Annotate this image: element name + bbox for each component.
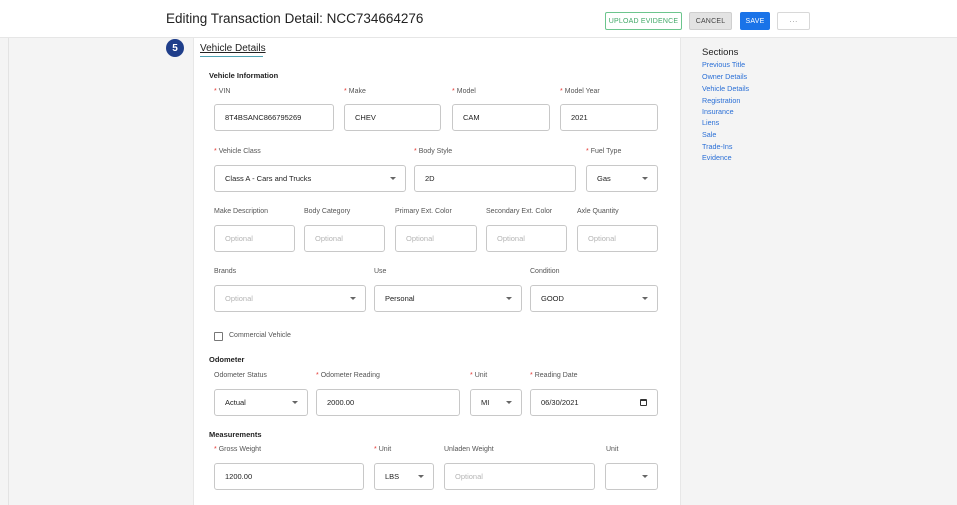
chevron-down-icon: [642, 177, 648, 180]
condition-select[interactable]: GOOD: [530, 285, 658, 312]
commercial-vehicle-label: Commercial Vehicle: [229, 332, 291, 339]
axle-quantity-label: Axle Quantity: [577, 208, 619, 215]
vin-field[interactable]: 8T4BSANC866795269: [214, 104, 334, 131]
model-field[interactable]: CAM: [452, 104, 550, 131]
step-badge: 5: [166, 39, 184, 57]
body-style-field[interactable]: 2D: [414, 165, 576, 192]
vehicle-class-label: * Vehicle Class: [214, 148, 261, 155]
chevron-down-icon: [506, 297, 512, 300]
odometer-status-value: Actual: [225, 398, 246, 407]
divider: [8, 38, 9, 505]
condition-value: GOOD: [541, 294, 564, 303]
unladen-unit-select[interactable]: [605, 463, 658, 490]
sections-heading: Sections: [702, 47, 739, 58]
top-bar: Editing Transaction Detail: NCC734664276…: [0, 0, 957, 38]
make-description-label: Make Description: [214, 208, 269, 215]
reading-date-value: 06/30/2021: [541, 398, 579, 407]
chevron-down-icon: [418, 475, 424, 478]
nav-link-previous-title[interactable]: Previous Title: [702, 60, 745, 69]
model-year-label: * Model Year: [560, 88, 600, 95]
vin-label: * VIN: [214, 88, 231, 95]
commercial-vehicle-checkbox[interactable]: [214, 332, 223, 341]
section-title: Vehicle Details: [200, 43, 266, 54]
odometer-heading: Odometer: [209, 355, 245, 364]
use-value: Personal: [385, 294, 415, 303]
odometer-unit-value: MI: [481, 398, 490, 407]
odometer-reading-field[interactable]: 2000.00: [316, 389, 460, 416]
vehicle-information-heading: Vehicle Information: [209, 71, 279, 80]
condition-label: Condition: [530, 268, 560, 275]
vehicle-class-value: Class A - Cars and Trucks: [225, 174, 312, 183]
nav-link-sale[interactable]: Sale: [702, 130, 716, 139]
section-title-underline: [200, 56, 263, 57]
cancel-button[interactable]: CANCEL: [689, 12, 732, 30]
fuel-type-value: Gas: [597, 174, 611, 183]
chevron-down-icon: [390, 177, 396, 180]
reading-date-field[interactable]: 06/30/2021: [530, 389, 658, 416]
gross-weight-field[interactable]: 1200.00: [214, 463, 364, 490]
weight-unit-label: * Unit: [374, 446, 392, 453]
chevron-down-icon: [642, 297, 648, 300]
odometer-unit-label: * Unit: [470, 372, 488, 379]
make-label: * Make: [344, 88, 366, 95]
use-select[interactable]: Personal: [374, 285, 522, 312]
odometer-unit-select[interactable]: MI: [470, 389, 522, 416]
save-button[interactable]: SAVE: [740, 12, 770, 30]
primary-color-field[interactable]: Optional: [395, 225, 477, 252]
upload-evidence-button[interactable]: UPLOAD EVIDENCE: [605, 12, 682, 30]
chevron-down-icon: [506, 401, 512, 404]
chevron-down-icon: [642, 475, 648, 478]
odometer-status-label: Odometer Status: [214, 372, 267, 379]
unladen-weight-label: Unladen Weight: [444, 446, 494, 453]
model-label: * Model: [452, 88, 476, 95]
brands-placeholder: Optional: [225, 294, 253, 303]
body-category-field[interactable]: Optional: [304, 225, 385, 252]
model-year-field[interactable]: 2021: [560, 104, 658, 131]
secondary-color-field[interactable]: Optional: [486, 225, 567, 252]
chevron-down-icon: [292, 401, 298, 404]
vehicle-class-select[interactable]: Class A - Cars and Trucks: [214, 165, 406, 192]
odometer-status-select[interactable]: Actual: [214, 389, 308, 416]
secondary-color-label: Secondary Ext. Color: [486, 208, 553, 215]
page-title: Editing Transaction Detail: NCC734664276: [166, 11, 424, 26]
nav-link-liens[interactable]: Liens: [702, 118, 719, 127]
measurements-heading: Measurements: [209, 430, 262, 439]
unladen-weight-field[interactable]: Optional: [444, 463, 595, 490]
fuel-type-label: * Fuel Type: [586, 148, 622, 155]
weight-unit-select[interactable]: LBS: [374, 463, 434, 490]
make-description-field[interactable]: Optional: [214, 225, 295, 252]
axle-quantity-field[interactable]: Optional: [577, 225, 658, 252]
gross-weight-label: * Gross Weight: [214, 446, 262, 453]
primary-color-label: Primary Ext. Color: [395, 208, 452, 215]
weight-unit-value: LBS: [385, 472, 400, 481]
brands-select[interactable]: Optional: [214, 285, 366, 312]
use-label: Use: [374, 268, 387, 275]
nav-link-trade-ins[interactable]: Trade-Ins: [702, 142, 733, 151]
body-category-label: Body Category: [304, 208, 351, 215]
odometer-reading-label: * Odometer Reading: [316, 372, 380, 379]
fuel-type-select[interactable]: Gas: [586, 165, 658, 192]
nav-link-insurance[interactable]: Insurance: [702, 107, 734, 116]
nav-link-registration[interactable]: Registration: [702, 96, 740, 105]
more-options-button[interactable]: ···: [777, 12, 810, 30]
unladen-unit-label: Unit: [606, 446, 619, 453]
nav-link-owner-details[interactable]: Owner Details: [702, 72, 747, 81]
make-field[interactable]: CHEV: [344, 104, 441, 131]
calendar-icon[interactable]: [640, 399, 647, 406]
chevron-down-icon: [350, 297, 356, 300]
brands-label: Brands: [214, 268, 237, 275]
reading-date-label: * Reading Date: [530, 372, 578, 379]
nav-link-vehicle-details[interactable]: Vehicle Details: [702, 84, 749, 93]
body-style-label: * Body Style: [414, 148, 453, 155]
nav-link-evidence[interactable]: Evidence: [702, 153, 732, 162]
